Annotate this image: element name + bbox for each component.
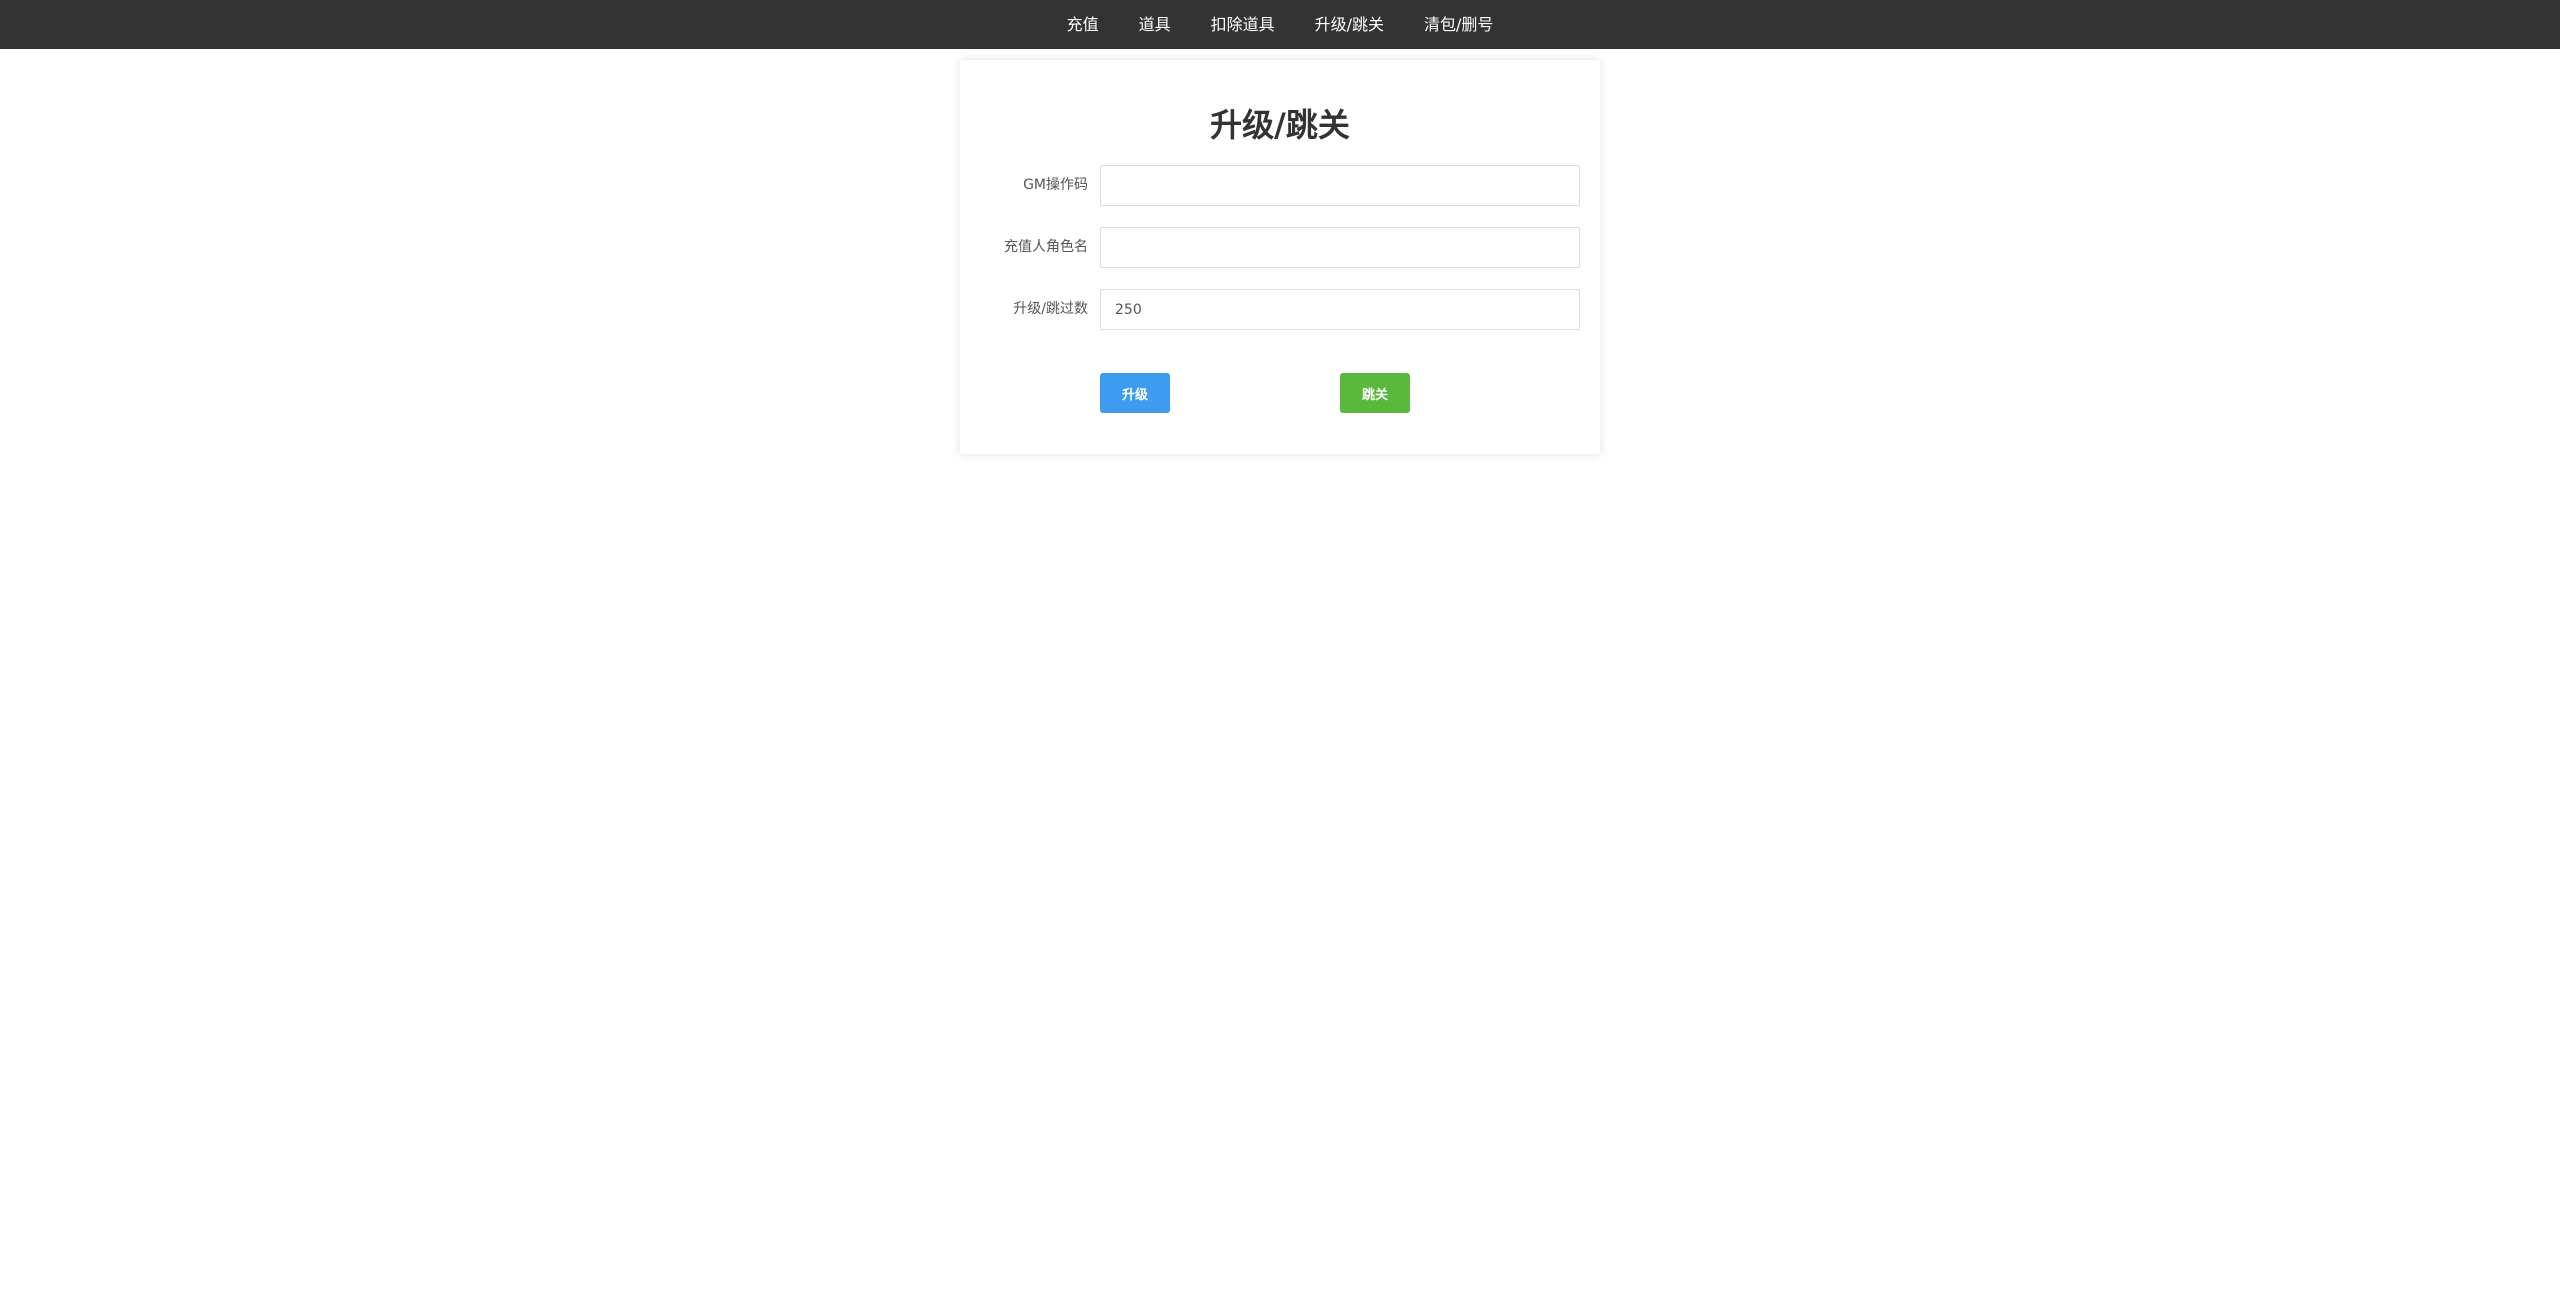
level-count-row: 升级/跳过数	[960, 289, 1600, 330]
nav-item-clear-delete[interactable]: 清包/删号	[1404, 0, 1513, 49]
role-name-input[interactable]	[1100, 227, 1580, 268]
upgrade-button[interactable]: 升级	[1100, 373, 1170, 413]
gm-code-input[interactable]	[1100, 165, 1580, 206]
nav-menu: 充值 道具 扣除道具 升级/跳关 清包/删号	[1047, 0, 1514, 49]
gm-code-label: GM操作码	[1023, 177, 1088, 193]
role-name-row: 充值人角色名	[960, 227, 1600, 268]
gm-code-row: GM操作码	[960, 165, 1600, 206]
level-count-label: 升级/跳过数	[1013, 301, 1088, 317]
nav-item-upgrade-skip[interactable]: 升级/跳关	[1295, 0, 1404, 49]
skip-level-button[interactable]: 跳关	[1340, 373, 1410, 413]
level-count-input[interactable]	[1100, 289, 1580, 330]
nav-item-items[interactable]: 道具	[1119, 0, 1191, 49]
page-title: 升级/跳关	[1210, 106, 1350, 144]
nav-item-recharge[interactable]: 充值	[1047, 0, 1119, 49]
role-name-label: 充值人角色名	[1004, 239, 1088, 255]
nav-item-deduct-items[interactable]: 扣除道具	[1191, 0, 1295, 49]
upgrade-form-card: 升级/跳关 GM操作码 充值人角色名 升级/跳过数 升级 跳关	[960, 60, 1600, 454]
top-nav-bar: 充值 道具 扣除道具 升级/跳关 清包/删号	[0, 0, 2560, 49]
